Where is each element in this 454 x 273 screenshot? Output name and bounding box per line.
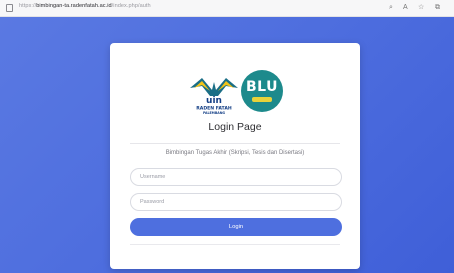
collections-icon[interactable]: ⧉: [435, 3, 440, 13]
uin-logo: uin RADEN FATAH PALEMBANG: [188, 70, 240, 116]
uin-logo-text: uin: [206, 96, 222, 106]
blu-logo: BLU: [241, 70, 283, 112]
divider: [130, 143, 340, 144]
blu-logo-text: BLU: [246, 79, 278, 95]
read-aloud-icon[interactable]: A: [403, 3, 408, 13]
url-prefix: https://: [19, 3, 37, 9]
blu-logo-tag: [252, 97, 272, 102]
login-button[interactable]: Login: [130, 218, 342, 236]
username-input[interactable]: [130, 168, 342, 186]
url-field[interactable]: https://bimbingan-ta.radenfatah.ac.id/in…: [19, 3, 151, 9]
search-icon[interactable]: ⌕: [389, 3, 393, 13]
page-icon: [6, 4, 13, 12]
url-path: /index.php/auth: [111, 3, 151, 9]
page-subtitle: Bimbingan Tugas Akhir (Skripsi, Tesis da…: [165, 150, 305, 156]
bottom-divider: [130, 244, 340, 245]
favorite-icon[interactable]: ☆: [418, 3, 424, 13]
page-title: Login Page: [208, 121, 262, 133]
uin-logo-city: PALEMBANG: [203, 111, 225, 115]
url-host: bimbingan-ta.radenfatah.ac.id: [36, 3, 112, 9]
password-input[interactable]: [130, 193, 342, 211]
browser-address-bar: https://bimbingan-ta.radenfatah.ac.id/in…: [0, 0, 454, 17]
login-card: uin RADEN FATAH PALEMBANG BLU Login Page…: [110, 43, 360, 269]
